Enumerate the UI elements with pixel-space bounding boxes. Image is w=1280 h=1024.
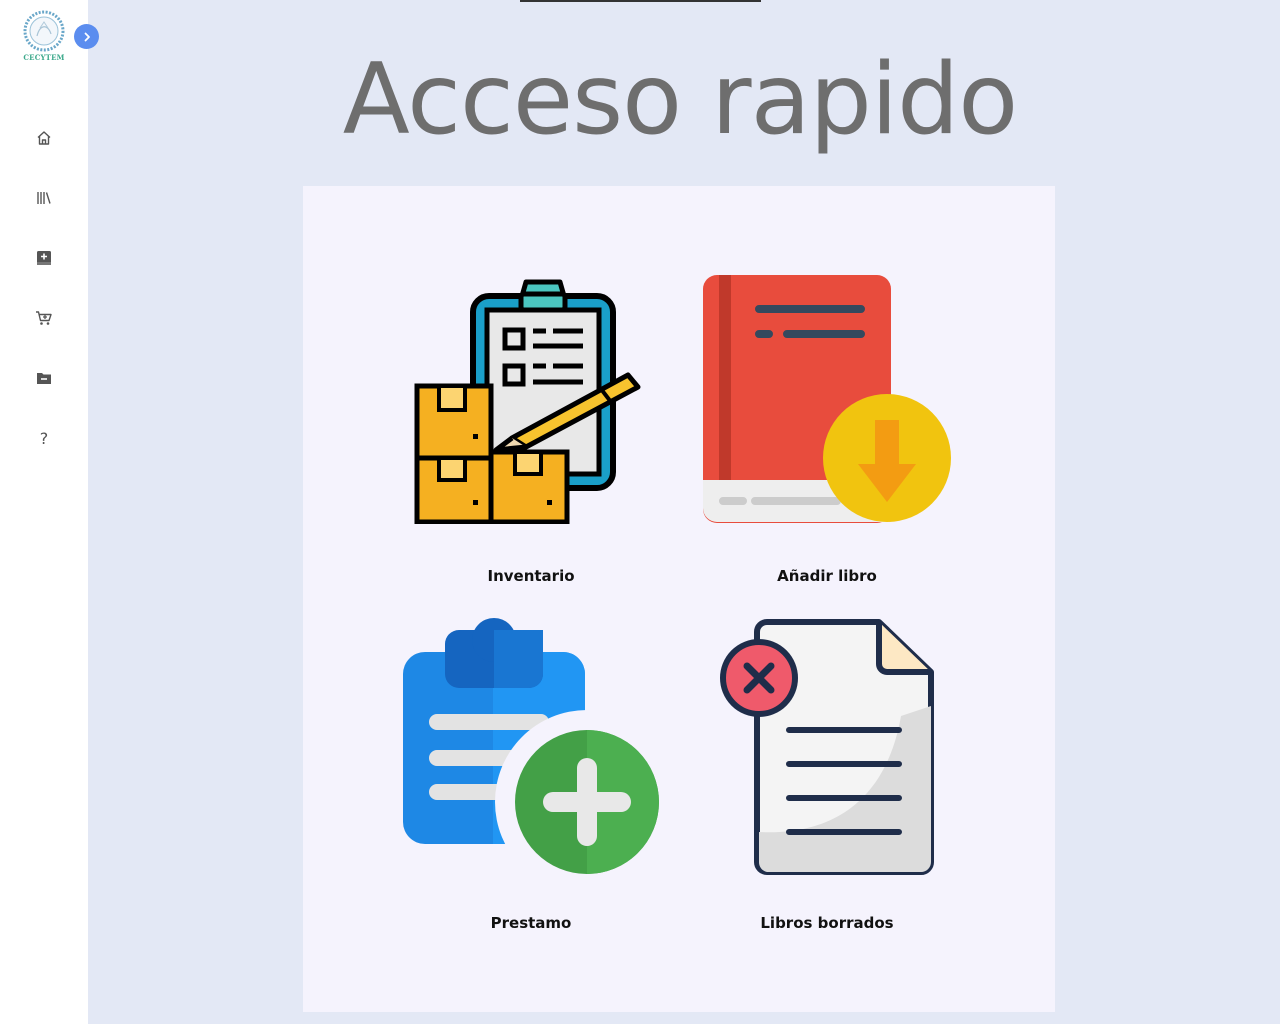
sidebar-item-cart[interactable] [30,304,58,332]
sidebar-item-library[interactable] [30,184,58,212]
help-icon: ? [39,428,49,448]
folder-minus-icon [37,373,51,384]
tile-anadir-libro-label: Añadir libro [777,567,877,585]
chevron-right-icon [84,32,90,41]
home-icon [37,131,51,145]
tile-prestamo-label: Prestamo [490,914,572,932]
add-book-icon [37,251,51,265]
document-delete-icon [720,619,934,875]
tile-inventario[interactable]: Inventario [391,274,671,585]
page-title: Acceso rapido [342,43,1018,157]
clipboard-plus-icon [403,618,671,876]
top-divider [520,0,761,2]
inventory-clipboard-icon [414,279,641,524]
sidebar: CECYTEM ? [0,0,99,1024]
tile-libros-borrados-label: Libros borrados [760,914,894,932]
library-icon [37,192,51,204]
sidebar-item-home[interactable] [30,124,58,152]
sidebar-item-help[interactable]: ? [30,424,58,452]
tile-inventario-label: Inventario [487,567,575,585]
tile-prestamo[interactable]: Prestamo [391,616,671,936]
sidebar-toggle-button[interactable] [74,24,99,49]
cecytem-logo[interactable]: CECYTEM [22,10,66,62]
logo-text: CECYTEM [23,53,65,62]
tile-anadir-libro[interactable]: Añadir libro [687,274,967,585]
cart-icon [36,311,52,325]
quick-access-panel: Inventario Añadir libro Prestamo Libros … [303,186,1055,1012]
book-download-icon [703,275,951,523]
tile-libros-borrados[interactable]: Libros borrados [687,616,967,936]
sidebar-item-add-book[interactable] [30,244,58,272]
sidebar-item-folder[interactable] [30,364,58,392]
